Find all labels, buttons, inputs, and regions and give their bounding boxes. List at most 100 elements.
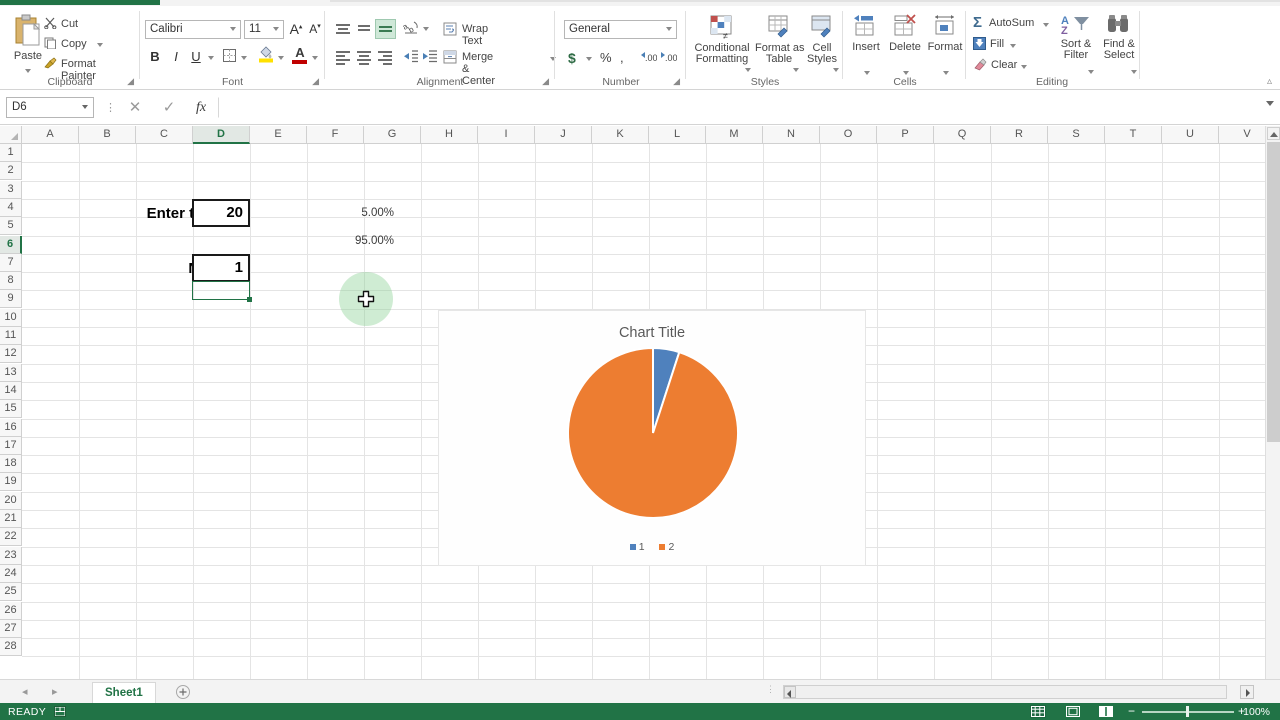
row-header-26[interactable]: 26 — [0, 601, 22, 620]
delete-cells-button[interactable]: Delete — [886, 14, 924, 75]
accounting-dropdown-caret[interactable] — [586, 57, 592, 61]
name-box[interactable]: D6 — [6, 97, 94, 118]
expand-formula-bar-button[interactable] — [1266, 101, 1274, 106]
row-header-20[interactable]: 20 — [0, 491, 22, 510]
insert-caret[interactable] — [864, 71, 870, 75]
align-right-button[interactable] — [375, 48, 395, 66]
add-sheet-button[interactable] — [176, 685, 190, 699]
align-left-button[interactable] — [333, 48, 353, 66]
accounting-format-button[interactable]: $ — [568, 50, 576, 66]
row-header-22[interactable]: 22 — [0, 528, 22, 547]
column-header-U[interactable]: U — [1162, 126, 1219, 144]
column-header-L[interactable]: L — [649, 126, 706, 144]
cells-area[interactable]: Enter time 20 Now 1 5.00% 95.00% — [22, 144, 1280, 679]
vertical-scrollbar[interactable] — [1265, 126, 1280, 679]
paste-dropdown-caret[interactable] — [25, 69, 31, 73]
row-header-14[interactable]: 14 — [0, 381, 22, 400]
enter-entry-button[interactable]: ✓ — [158, 98, 180, 117]
row-header-4[interactable]: 4 — [0, 198, 22, 217]
fill-caret[interactable] — [1010, 44, 1016, 48]
previous-sheet-button[interactable]: ◂ — [22, 685, 28, 698]
delete-caret[interactable] — [903, 71, 909, 75]
column-header-C[interactable]: C — [136, 126, 193, 144]
scroll-right-button[interactable] — [1240, 685, 1254, 699]
scroll-left-button[interactable] — [784, 686, 796, 698]
font-dialog-launcher[interactable]: ◢ — [312, 76, 319, 87]
sort-filter-caret[interactable] — [1088, 70, 1094, 74]
conditional-formatting-button[interactable]: ≠ Conditional Formatting — [689, 12, 755, 72]
row-header-2[interactable]: 2 — [0, 162, 22, 181]
insert-function-button[interactable]: fx — [190, 98, 212, 117]
row-header-28[interactable]: 28 — [0, 638, 22, 657]
column-header-Q[interactable]: Q — [934, 126, 991, 144]
view-page-break-button[interactable] — [1098, 705, 1114, 718]
format-cells-button[interactable]: Format — [926, 14, 964, 75]
cell-G3[interactable]: 5.00% — [332, 207, 394, 219]
column-header-P[interactable]: P — [877, 126, 934, 144]
column-header-M[interactable]: M — [706, 126, 763, 144]
fill-color-button[interactable] — [258, 46, 274, 66]
view-normal-button[interactable] — [1030, 705, 1046, 718]
row-header-8[interactable]: 8 — [0, 272, 22, 291]
font-size-combo[interactable]: 11 — [244, 20, 284, 39]
find-select-caret[interactable] — [1131, 70, 1137, 74]
legend-item-1[interactable]: 1 — [629, 541, 645, 553]
comma-format-button[interactable]: , — [620, 50, 624, 65]
horizontal-scrollbar[interactable] — [783, 685, 1227, 699]
row-header-19[interactable]: 19 — [0, 473, 22, 492]
row-header-3[interactable]: 3 — [0, 180, 22, 199]
column-header-K[interactable]: K — [592, 126, 649, 144]
column-header-H[interactable]: H — [421, 126, 478, 144]
paste-button[interactable]: Paste — [8, 12, 48, 74]
row-header-7[interactable]: 7 — [0, 253, 22, 272]
autosum-caret[interactable] — [1043, 23, 1049, 27]
fill-handle[interactable] — [247, 297, 252, 302]
font-color-dropdown-caret[interactable] — [312, 56, 318, 60]
sheet-tab-sheet1[interactable]: Sheet1 — [92, 682, 156, 704]
decrease-decimal-button[interactable]: .00 — [661, 50, 678, 67]
align-center-button[interactable] — [354, 48, 374, 66]
row-header-17[interactable]: 17 — [0, 436, 22, 455]
row-header-21[interactable]: 21 — [0, 510, 22, 528]
column-header-T[interactable]: T — [1105, 126, 1162, 144]
increase-decimal-button[interactable]: .00 — [641, 50, 658, 67]
bold-button[interactable]: B — [146, 49, 164, 64]
format-as-table-caret[interactable] — [793, 68, 799, 72]
cell-G4[interactable]: 95.00% — [332, 235, 394, 247]
macro-record-button[interactable] — [54, 706, 66, 717]
font-color-button[interactable]: A — [292, 46, 308, 64]
cancel-entry-button[interactable]: ✕ — [124, 98, 146, 117]
row-header-25[interactable]: 25 — [0, 583, 22, 602]
column-header-F[interactable]: F — [307, 126, 364, 144]
number-dialog-launcher[interactable]: ◢ — [673, 76, 680, 87]
decrease-indent-button[interactable] — [403, 49, 419, 67]
column-header-I[interactable]: I — [478, 126, 535, 144]
number-format-combo[interactable]: General — [564, 20, 677, 39]
cell-D5[interactable]: 1 — [192, 254, 250, 282]
chart-legend[interactable]: 1 2 — [439, 541, 865, 553]
pie-slice-2[interactable] — [567, 346, 739, 519]
row-header-13[interactable]: 13 — [0, 363, 22, 382]
row-header-24[interactable]: 24 — [0, 564, 22, 583]
column-header-E[interactable]: E — [250, 126, 307, 144]
format-as-table-button[interactable]: Format as Table — [755, 12, 805, 72]
select-all-button[interactable] — [0, 126, 22, 144]
borders-button[interactable] — [222, 48, 237, 66]
row-header-6[interactable]: 6 — [0, 235, 22, 254]
tab-split-grip[interactable]: ⋮ — [766, 685, 775, 694]
find-select-button[interactable]: Find & Select — [1098, 14, 1140, 74]
column-header-B[interactable]: B — [79, 126, 136, 144]
row-header-16[interactable]: 16 — [0, 418, 22, 437]
fill-color-dropdown-caret[interactable] — [278, 56, 284, 60]
row-header-27[interactable]: 27 — [0, 619, 22, 638]
active-cell-D6[interactable] — [192, 281, 252, 302]
cell-D3[interactable]: 20 — [192, 199, 250, 227]
next-sheet-button[interactable]: ▸ — [52, 685, 58, 698]
underline-dropdown-caret[interactable] — [208, 56, 214, 60]
decrease-font-size-button[interactable]: A▾ — [306, 22, 324, 36]
chart-object[interactable]: Chart Title 1 2 — [438, 310, 866, 566]
increase-font-size-button[interactable]: A▴ — [287, 21, 305, 37]
clipboard-dialog-launcher[interactable]: ◢ — [127, 76, 134, 87]
column-header-D[interactable]: D — [193, 126, 250, 144]
top-align-button[interactable] — [333, 20, 353, 38]
